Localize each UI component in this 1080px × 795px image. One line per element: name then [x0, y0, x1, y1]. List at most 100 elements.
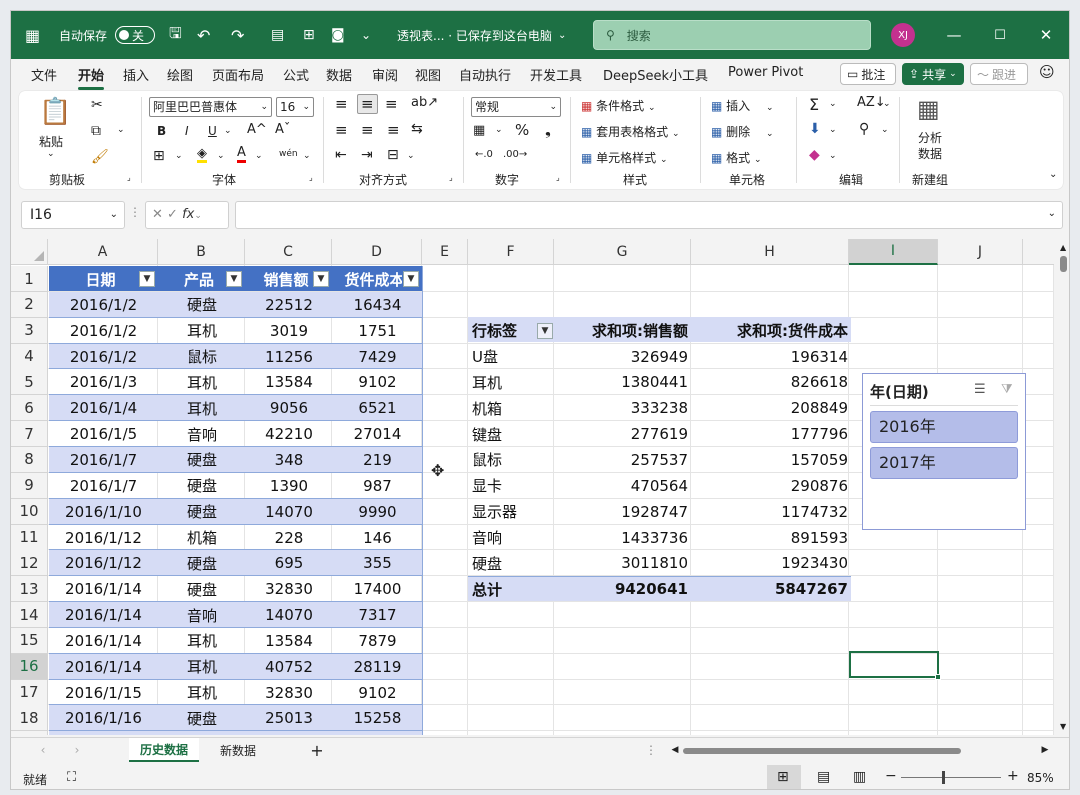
- table-cell[interactable]: 14070: [246, 499, 332, 525]
- table-cell[interactable]: 2016/1/2: [49, 344, 158, 370]
- redo-icon[interactable]: ↷: [231, 11, 244, 59]
- table-cell[interactable]: 硬盘: [159, 576, 245, 602]
- paste-label[interactable]: 粘贴: [39, 133, 63, 150]
- filter-dropdown-icon[interactable]: ▼: [139, 271, 155, 287]
- prev-sheet-icon[interactable]: ‹: [35, 738, 51, 762]
- zoom-in-icon[interactable]: +: [1007, 768, 1019, 784]
- tab-view[interactable]: 视图: [415, 65, 441, 84]
- table-cell[interactable]: 耳机: [159, 318, 245, 344]
- table-cell[interactable]: 219: [333, 447, 422, 473]
- name-box[interactable]: I16 ⌄: [21, 201, 125, 229]
- table-cell[interactable]: 耳机: [159, 395, 245, 421]
- border-icon[interactable]: ⊞: [153, 148, 165, 164]
- decrease-indent-icon[interactable]: ⇤: [335, 147, 347, 163]
- table-cell[interactable]: 987: [333, 473, 422, 499]
- pivot-value-cost[interactable]: 177796: [691, 421, 848, 447]
- table-cell[interactable]: 28119: [333, 654, 422, 680]
- row-header-7[interactable]: 7: [11, 421, 48, 448]
- tab-review[interactable]: 审阅: [372, 65, 398, 84]
- font-launcher-icon[interactable]: ⌟: [309, 173, 313, 182]
- table-cell[interactable]: 硬盘: [159, 499, 245, 525]
- cell-style-button[interactable]: ▦ 单元格样式 ⌄: [581, 149, 668, 166]
- autosum-icon[interactable]: Σ: [809, 95, 819, 114]
- sort-filter-icon[interactable]: AZ↓: [857, 95, 886, 110]
- pivot-value-cost[interactable]: 196314: [691, 344, 848, 370]
- orientation-icon[interactable]: ab↗: [411, 95, 438, 110]
- save-icon[interactable]: 🖫: [169, 11, 182, 59]
- table-cell[interactable]: 228: [246, 525, 332, 551]
- table-cell[interactable]: 6521: [333, 395, 422, 421]
- fill-handle[interactable]: [935, 674, 941, 680]
- filter-dropdown-icon[interactable]: ▼: [313, 271, 329, 287]
- table-cell[interactable]: 32830: [246, 576, 332, 602]
- pivot-row-label[interactable]: 显示器: [472, 499, 554, 525]
- tab-automate[interactable]: 自动执行: [459, 65, 511, 84]
- row-header-9[interactable]: 9: [11, 472, 48, 499]
- scroll-thumb[interactable]: [1060, 256, 1067, 272]
- vertical-scrollbar[interactable]: ▲ ▼: [1056, 239, 1069, 735]
- table-cell[interactable]: 1390: [246, 473, 332, 499]
- row-header-1[interactable]: 1: [11, 266, 48, 292]
- table-cell[interactable]: 7429: [333, 344, 422, 370]
- slicer-item-2016[interactable]: 2016年: [870, 411, 1018, 443]
- table-cell[interactable]: 2016/1/15: [49, 680, 158, 706]
- pivot-value-sales[interactable]: 326949: [554, 344, 688, 370]
- underline-button[interactable]: U: [208, 124, 217, 138]
- active-cell-i16[interactable]: [849, 651, 941, 680]
- pivot-filter-icon[interactable]: ▼: [537, 322, 553, 339]
- number-launcher-icon[interactable]: ⌟: [556, 173, 560, 182]
- alignment-launcher-icon[interactable]: ⌟: [449, 173, 453, 182]
- table-cell[interactable]: 40752: [246, 654, 332, 680]
- enter-icon[interactable]: ✓: [167, 207, 178, 222]
- pivot-value-sales[interactable]: 470564: [554, 473, 688, 499]
- table-cell[interactable]: 2016/1/14: [49, 602, 158, 628]
- decrease-decimal-icon[interactable]: .00→: [503, 149, 527, 160]
- filter-dropdown-icon[interactable]: ▼: [226, 271, 242, 287]
- table-cell[interactable]: 2016/1/2: [49, 292, 158, 318]
- font-color-icon[interactable]: A: [237, 146, 246, 163]
- accounting-chevron-icon[interactable]: ⌄: [495, 125, 503, 135]
- row-header-4[interactable]: 4: [11, 343, 48, 370]
- table-cell[interactable]: 耳机: [159, 680, 245, 706]
- fill-chevron-icon[interactable]: ⌄: [829, 125, 837, 135]
- expand-formula-icon[interactable]: ⌄: [1048, 208, 1056, 219]
- wrap-text-icon[interactable]: ⇆: [411, 121, 423, 137]
- table-cell[interactable]: 耳机: [159, 654, 245, 680]
- table-cell[interactable]: 42210: [246, 421, 332, 447]
- pivot-value-cost[interactable]: 826618: [691, 369, 848, 395]
- align-left-icon[interactable]: ≡: [335, 121, 348, 139]
- number-format-select[interactable]: 常规 ⌄: [471, 97, 561, 117]
- table-cell[interactable]: 348: [246, 447, 332, 473]
- pivot-header-row-labels[interactable]: 行标签: [472, 318, 542, 344]
- font-size-select[interactable]: 16 ⌄: [276, 97, 314, 117]
- fill-icon[interactable]: ⬇: [809, 121, 821, 137]
- form-icon[interactable]: ▤: [271, 11, 284, 59]
- close-icon[interactable]: ✕: [1023, 11, 1069, 59]
- table-header-cell[interactable]: 销售额: [246, 266, 312, 292]
- percent-icon[interactable]: %: [515, 121, 529, 139]
- copy-chevron-icon[interactable]: ⌄: [117, 125, 125, 135]
- table-cell[interactable]: 11256: [246, 344, 332, 370]
- row-header-5[interactable]: 5: [11, 369, 48, 396]
- row-header-12[interactable]: 12: [11, 550, 48, 577]
- row-header-11[interactable]: 11: [11, 524, 48, 551]
- paste-icon[interactable]: 📋: [39, 97, 71, 127]
- table-cell[interactable]: 9102: [333, 369, 422, 395]
- horizontal-scroll-thumb[interactable]: [683, 748, 961, 754]
- pivot-value-sales[interactable]: 1433736: [554, 525, 688, 551]
- pivot-value-cost[interactable]: 1923430: [691, 550, 848, 576]
- tab-insert[interactable]: 插入: [123, 65, 149, 84]
- tab-draw[interactable]: 绘图: [167, 65, 193, 84]
- table-cell[interactable]: 2016/1/16: [49, 705, 158, 731]
- pivot-row-label[interactable]: 显卡: [472, 473, 554, 499]
- analyze-data-icon[interactable]: ▦: [917, 95, 940, 123]
- table-cell[interactable]: 27014: [333, 421, 422, 447]
- pivot-row-label[interactable]: U盘: [472, 344, 554, 370]
- table-header-cell[interactable]: 产品: [159, 266, 225, 292]
- pivot-value-sales[interactable]: 333238: [554, 395, 688, 421]
- merge-center-icon[interactable]: ⊟: [387, 147, 399, 163]
- column-header-a[interactable]: A: [48, 239, 158, 265]
- border-chevron-icon[interactable]: ⌄: [175, 151, 183, 161]
- merge-chevron-icon[interactable]: ⌄: [407, 151, 415, 161]
- table-cell[interactable]: 7879: [333, 628, 422, 654]
